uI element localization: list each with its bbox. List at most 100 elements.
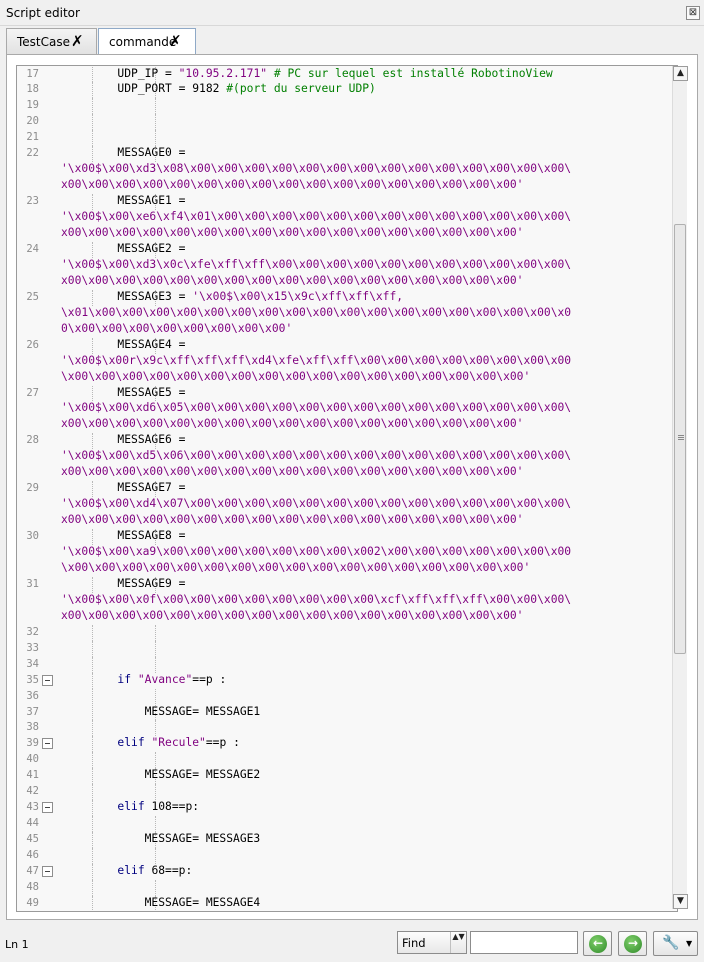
string-token: \x01\x00\x00\x00\x00\x00\x00\x00\x00\x00… <box>61 305 572 319</box>
tab-testcase[interactable]: TestCase ✗ <box>6 28 97 54</box>
code-line[interactable]: if "Avance"==p : <box>63 673 226 686</box>
string-token: x00\x00\x00\x00\x00\x00\x00\x00\x00\x00\… <box>61 608 524 622</box>
scrollbar-thumb[interactable] <box>674 224 686 654</box>
code-line[interactable]: '\x00$\x00\xe6\xf4\x01\x00\x00\x00\x00\x… <box>61 210 571 223</box>
line-number: 45 <box>26 833 39 846</box>
code-line[interactable]: MESSAGE= MESSAGE4 <box>63 896 261 909</box>
code-line[interactable]: x00\x00\x00\x00\x00\x00\x00\x00\x00\x00\… <box>61 417 524 430</box>
code-line[interactable]: '\x00$\x00\xd3\x08\x00\x00\x00\x00\x00\x… <box>61 162 571 175</box>
code-line[interactable]: elif 68==p: <box>63 864 192 877</box>
code-line[interactable]: x00\x00\x00\x00\x00\x00\x00\x00\x00\x00\… <box>61 513 524 526</box>
code-line[interactable]: UDP_PORT = 9182 #(port du serveur UDP) <box>63 82 375 95</box>
fold-minus-icon[interactable] <box>42 738 53 750</box>
code-line[interactable]: MESSAGE9 = <box>63 577 185 590</box>
code-line[interactable]: MESSAGE8 = <box>63 529 185 542</box>
line-number: 46 <box>26 849 39 862</box>
line-number: 22 <box>26 147 39 160</box>
indent-guide <box>155 624 156 641</box>
string-token: x00\x00\x00\x00\x00\x00\x00\x00\x00\x00\… <box>61 178 524 192</box>
code-line[interactable]: x00\x00\x00\x00\x00\x00\x00\x00\x00\x00\… <box>61 178 524 191</box>
code-line[interactable]: MESSAGE2 = <box>63 242 185 255</box>
string-token: "Avance" <box>137 672 193 686</box>
string-token: '\x00$\x00\xd4\x07\x00\x00\x00\x00\x00\x… <box>61 497 572 511</box>
code-line[interactable]: x00\x00\x00\x00\x00\x00\x00\x00\x00\x00\… <box>61 609 524 622</box>
code-line[interactable]: MESSAGE1 = <box>63 194 185 207</box>
code-line[interactable]: MESSAGE= MESSAGE3 <box>63 832 261 845</box>
code-line[interactable]: \x01\x00\x00\x00\x00\x00\x00\x00\x00\x00… <box>61 306 571 319</box>
line-number: 28 <box>26 434 39 447</box>
line-number: 37 <box>26 705 39 718</box>
code-line[interactable]: elif "Recule"==p : <box>63 736 239 749</box>
find-mode-select[interactable]: Find ▲▼ <box>397 931 467 954</box>
code-line[interactable]: UDP_IP = "10.95.2.171" # PC sur lequel e… <box>63 67 552 80</box>
string-token: x00\x00\x00\x00\x00\x00\x00\x00\x00\x00\… <box>61 513 524 527</box>
code-token: MESSAGE1 = <box>63 194 186 208</box>
code-line[interactable]: '\x00$\x00\xd3\x0c\xfe\xff\xff\x00\x00\x… <box>61 258 571 271</box>
fold-minus-icon[interactable] <box>42 866 53 877</box>
string-token: '\x00$\x00\x15\x9c\xff\xff\xff, <box>192 289 404 303</box>
window-title: Script editor <box>6 6 80 20</box>
indent-guide <box>92 624 93 641</box>
code-line[interactable]: x00\x00\x00\x00\x00\x00\x00\x00\x00\x00\… <box>61 465 524 478</box>
code-token: MESSAGE0 = <box>63 146 186 160</box>
code-line[interactable]: '\x00$\x00\xd5\x06\x00\x00\x00\x00\x00\x… <box>61 449 571 462</box>
code-line[interactable]: '\x00$\x00r\x9c\xff\xff\xff\xd4\xfe\xff\… <box>61 354 571 367</box>
find-mode-value: Find <box>402 936 426 950</box>
code-line[interactable]: MESSAGE6 = <box>63 433 185 446</box>
close-icon[interactable]: ✗ <box>169 32 182 50</box>
fold-minus-icon[interactable] <box>42 674 53 686</box>
code-line[interactable]: '\x00$\x00\x0f\x00\x00\x00\x00\x00\x00\x… <box>61 593 571 606</box>
window-close-icon[interactable]: ⊠ <box>686 6 700 20</box>
code-line[interactable]: MESSAGE5 = <box>63 386 185 399</box>
code-line[interactable]: x00\x00\x00\x00\x00\x00\x00\x00\x00\x00\… <box>61 274 524 287</box>
string-token: '\x00$\x00\xd3\x0c\xfe\xff\xff\x00\x00\x… <box>61 257 572 271</box>
code-line[interactable]: 0\x00\x00\x00\x00\x00\x00\x00\x00' <box>61 322 292 335</box>
line-number: 24 <box>26 242 39 255</box>
code-line[interactable]: '\x00$\x00\xa9\x00\x00\x00\x00\x00\x00\x… <box>61 545 571 558</box>
indent-guide <box>155 688 156 705</box>
code-line[interactable]: MESSAGE3 = '\x00$\x00\x15\x9c\xff\xff\xf… <box>63 290 403 303</box>
line-number: 25 <box>26 290 39 303</box>
fold-minus-icon[interactable] <box>42 802 53 814</box>
indent-guide <box>155 752 156 769</box>
code-line[interactable]: x00\x00\x00\x00\x00\x00\x00\x00\x00\x00\… <box>61 226 524 239</box>
code-line[interactable]: MESSAGE4 = <box>63 338 185 351</box>
code-line[interactable]: elif 108==p: <box>63 800 199 813</box>
string-token: x00\x00\x00\x00\x00\x00\x00\x00\x00\x00\… <box>61 226 524 239</box>
indent-guide <box>92 130 93 147</box>
code-line[interactable]: \x00\x00\x00\x00\x00\x00\x00\x00\x00\x00… <box>61 370 530 383</box>
spinner-icon[interactable]: ▲▼ <box>450 932 466 953</box>
line-number: 42 <box>26 785 39 798</box>
find-next-button[interactable]: → <box>618 931 647 956</box>
code-line[interactable]: '\x00$\x00\xd4\x07\x00\x00\x00\x00\x00\x… <box>61 497 571 510</box>
tools-menu-button[interactable]: 🔧 ▼ <box>653 931 698 956</box>
scroll-down-icon[interactable]: ▼ <box>673 894 688 909</box>
indent-guide <box>92 848 93 864</box>
line-number: 18 <box>26 83 39 96</box>
code-line[interactable]: \x00\x00\x00\x00\x00\x00\x00\x00\x00\x00… <box>61 561 530 574</box>
code-line[interactable]: MESSAGE= MESSAGE2 <box>63 768 261 782</box>
code-token: MESSAGE4 = <box>63 337 186 351</box>
code-token: MESSAGE= MESSAGE2 <box>63 768 261 782</box>
line-number: 41 <box>26 769 39 782</box>
indent-guide <box>92 752 93 769</box>
code-area[interactable]: 17 UDP_IP = "10.95.2.171" # PC sur leque… <box>17 66 677 911</box>
close-icon[interactable]: ✗ <box>71 32 84 50</box>
keyword-token: elif <box>117 800 145 814</box>
code-editor[interactable]: 17 UDP_IP = "10.95.2.171" # PC sur leque… <box>16 65 678 912</box>
code-line[interactable]: MESSAGE0 = <box>63 146 185 159</box>
line-number: 38 <box>26 721 39 734</box>
find-input[interactable] <box>470 931 578 954</box>
vertical-scrollbar[interactable]: ▲ ▼ <box>672 66 688 909</box>
code-line[interactable]: '\x00$\x00\xd6\x05\x00\x00\x00\x00\x00\x… <box>61 401 571 414</box>
code-line[interactable]: MESSAGE7 = <box>63 481 185 494</box>
keyword-token: if <box>117 672 132 686</box>
tab-commande[interactable]: commande ✗ <box>98 28 196 55</box>
code-line[interactable]: MESSAGE= MESSAGE1 <box>63 705 261 718</box>
string-token: 0\x00\x00\x00\x00\x00\x00\x00\x00' <box>61 321 293 335</box>
scroll-up-icon[interactable]: ▲ <box>673 66 688 81</box>
line-number: 39 <box>26 737 39 750</box>
find-previous-button[interactable]: ← <box>583 931 612 956</box>
